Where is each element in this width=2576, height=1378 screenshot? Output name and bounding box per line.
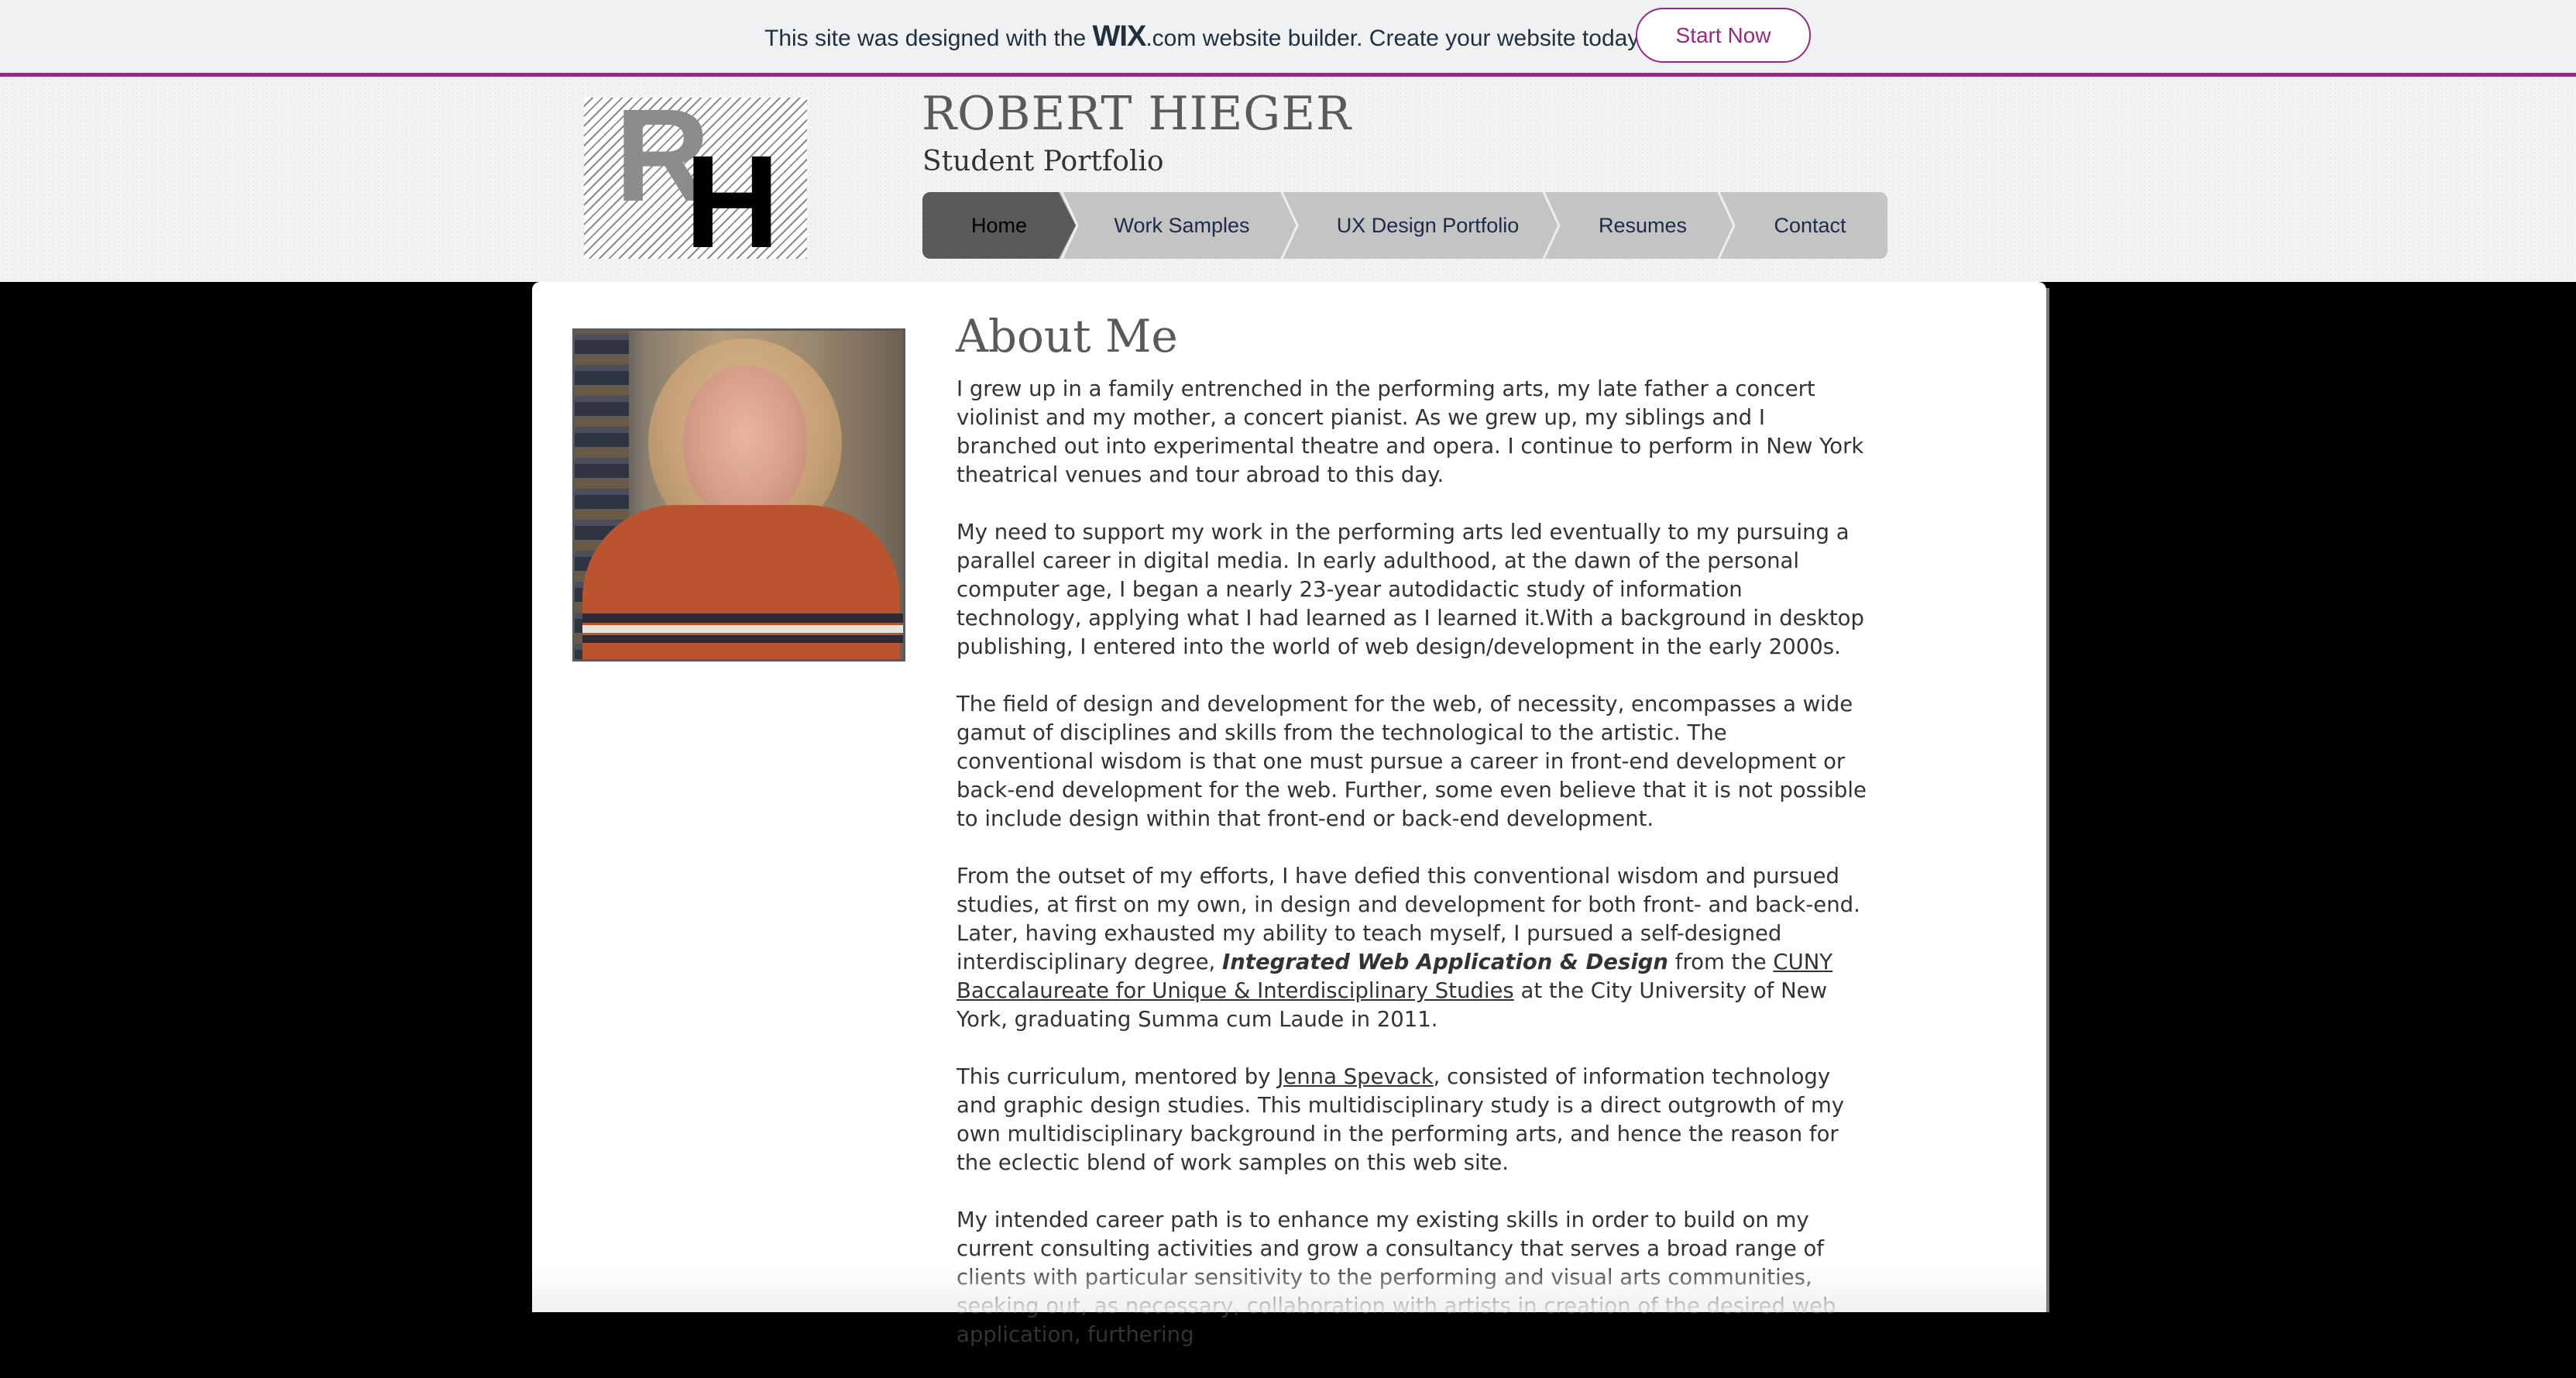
logo-letter-h: H [685, 129, 780, 259]
about-paragraph: My need to support my work in the perfor… [957, 520, 1864, 659]
nav-item-contact[interactable]: Contact [1733, 192, 1887, 259]
about-paragraph: I grew up in a family entrenched in the … [957, 376, 1864, 487]
nav-item-ux-design-portfolio[interactable]: UX Design Portfolio [1299, 192, 1557, 259]
wix-banner: This site was designed with the WIX.com … [0, 0, 2576, 77]
about-paragraph: This curriculum, mentored by Jenna Speva… [957, 1063, 1870, 1177]
site-subtitle: Student Portfolio [922, 146, 1164, 177]
nav-separator [1060, 192, 1079, 259]
profile-photo [572, 328, 905, 662]
nav-item-work-samples[interactable]: Work Samples [1077, 192, 1286, 259]
wix-logo: WIX [1092, 20, 1147, 53]
site-title[interactable]: ROBERT HIEGER [922, 87, 1352, 141]
jenna-spevack-link[interactable]: Jenna Spevack [1277, 1064, 1433, 1089]
degree-name: Integrated Web Application & Design [1221, 950, 1669, 974]
nav-item-resumes[interactable]: Resumes [1556, 192, 1729, 259]
main-nav: Home Work Samples UX Design Portfolio Re… [922, 192, 1887, 259]
nav-item-home[interactable]: Home [922, 192, 1076, 259]
rh-logo[interactable]: R H [584, 98, 807, 259]
wix-logo-suffix: .com [1145, 26, 1197, 51]
about-heading: About Me [956, 310, 1178, 363]
banner-prefix: This site was designed with the [764, 26, 1093, 51]
about-paragraph: From the outset of my efforts, I have de… [957, 862, 1870, 1034]
banner-text: This site was designed with the WIX.com … [764, 20, 1643, 53]
about-body: I grew up in a family entrenched in the … [957, 375, 1870, 1378]
nav-separator [1280, 192, 1299, 259]
start-now-button[interactable]: Start Now [1636, 8, 1811, 63]
about-paragraph: The field of design and development for … [957, 692, 1867, 831]
about-paragraph: My intended career path is to enhance my… [957, 1208, 1836, 1347]
banner-suffix: website builder. Create your website tod… [1196, 26, 1644, 51]
text-segment: This curriculum, mentored by [957, 1064, 1278, 1089]
text-segment: from the [1668, 950, 1774, 974]
